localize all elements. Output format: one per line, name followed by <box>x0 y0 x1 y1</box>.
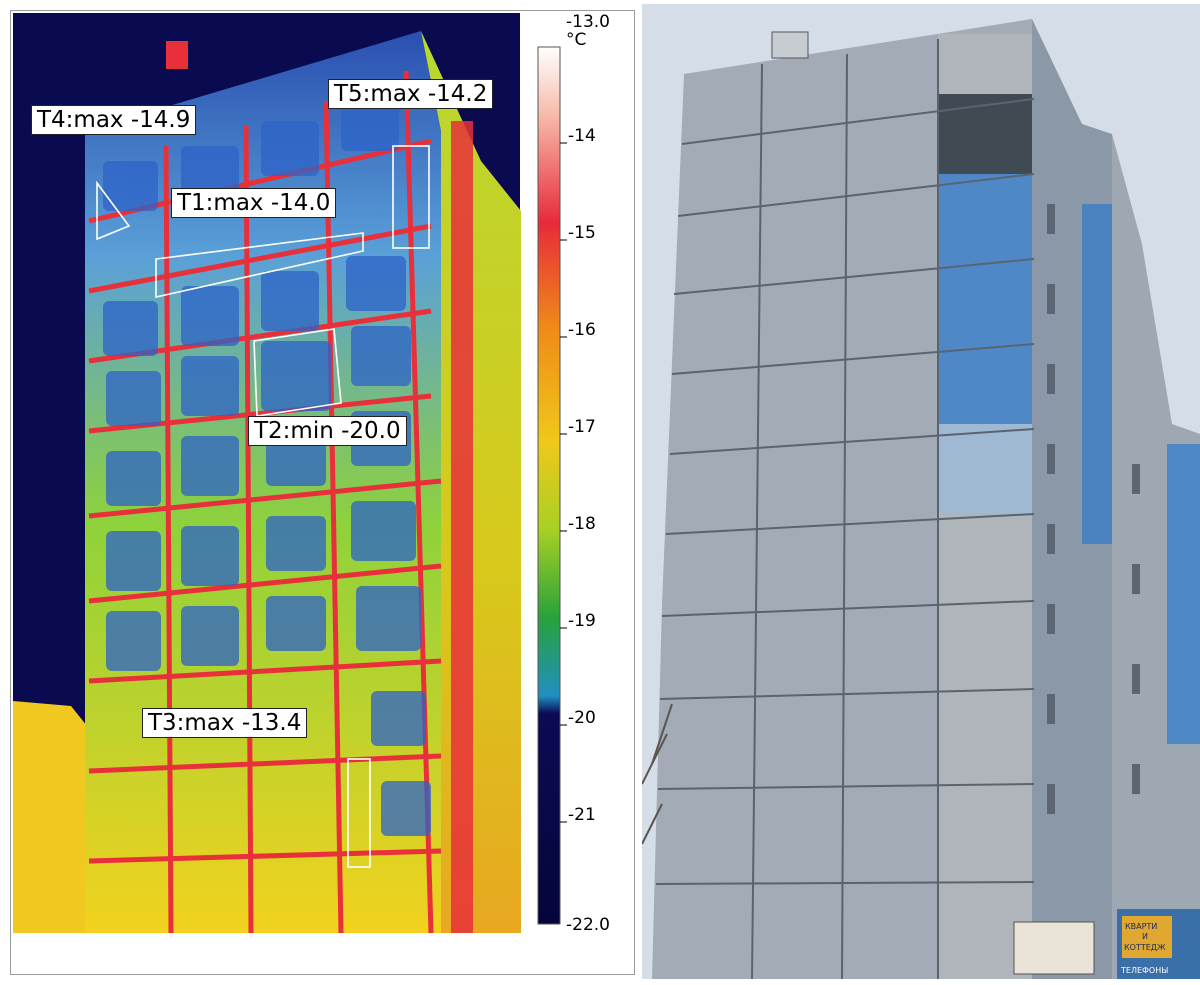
far-blue-strip <box>1167 444 1200 744</box>
scale-tick-label: -21 <box>568 805 596 825</box>
scale-bottom-label: -22.0 <box>566 915 610 935</box>
hot-corner-strip <box>451 121 473 933</box>
photo-image: КВАРТИ И КОТТЕДЖ ТЕЛЕФОНЫ <box>642 4 1200 979</box>
scale-tick-label: -20 <box>568 708 596 728</box>
sign-text-line: КОТТЕДЖ <box>1124 943 1166 952</box>
building-photo: КВАРТИ И КОТТЕДЖ ТЕЛЕФОНЫ <box>642 4 1200 979</box>
blue-panels <box>938 174 1034 424</box>
scale-tick-label: -18 <box>568 514 596 534</box>
adjacent-building <box>13 701 91 933</box>
label-T4: T4:max -14.9 <box>31 105 197 135</box>
sign-text-line: КВАРТИ <box>1125 922 1157 931</box>
sign-text-line: ТЕЛЕФОНЫ <box>1120 966 1168 975</box>
sign-text-line: И <box>1142 932 1148 941</box>
label-T3: T3:max -13.4 <box>142 708 308 738</box>
chimney <box>166 41 188 69</box>
thermogram-image <box>13 13 567 934</box>
notice-board <box>1013 921 1095 975</box>
scale-ticks <box>560 142 567 823</box>
scale-tick-label: -14 <box>568 126 596 146</box>
label-T1: T1:max -14.0 <box>171 188 337 218</box>
scale-tick-label: -17 <box>568 417 596 437</box>
chimney <box>771 31 809 59</box>
scale-top-label: -13.0 °C <box>566 12 610 50</box>
scale-tick-label: -15 <box>568 223 596 243</box>
scale-tick-label: -16 <box>568 320 596 340</box>
label-T2: T2:min -20.0 <box>248 416 407 446</box>
thermogram-panel: T4:max -14.9 T5:max -14.2 T1:max -14.0 T… <box>10 10 635 975</box>
side-blue-strip <box>1082 204 1117 544</box>
color-scale-bar <box>537 46 561 925</box>
light-blue-panel <box>938 424 1034 514</box>
label-T5: T5:max -14.2 <box>328 79 494 109</box>
scale-tick-label: -19 <box>568 611 596 631</box>
